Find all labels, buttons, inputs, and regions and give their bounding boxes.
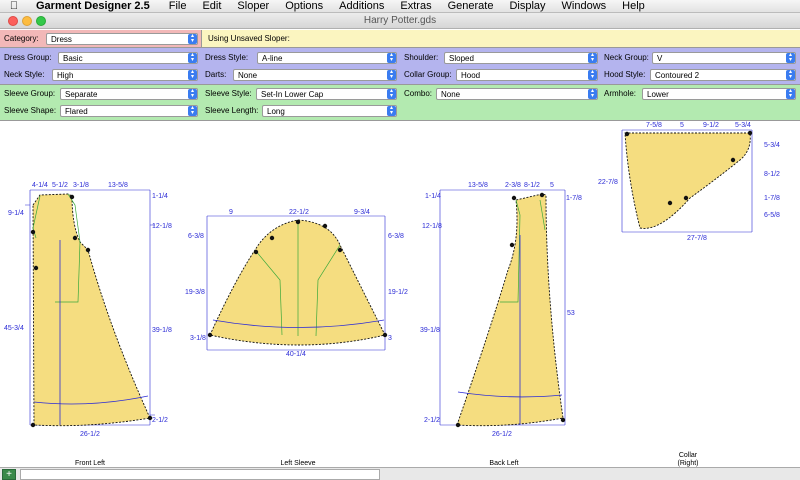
collar-dim-bottom: 27-7/8	[687, 235, 707, 242]
bottom-bar: +	[0, 467, 800, 480]
sleeve-dim-r2: 19-1/2	[388, 289, 408, 296]
front-left-dim-bottom: 26-1/2	[80, 431, 100, 438]
sleeve-dim-l1: 6-3/8	[188, 233, 204, 240]
back-left-dim-r2: 53	[567, 310, 575, 317]
back-left-piece	[456, 193, 564, 427]
sleeve-dim-r1: 6-3/8	[388, 233, 404, 240]
back-left-dim-r1: 1-7/8	[566, 195, 582, 202]
front-left-dim-t3: 3-1/8	[73, 182, 89, 189]
collar-dim-t2: 5	[680, 122, 684, 129]
back-left-dim-l4: 2-1/2	[424, 417, 440, 424]
collar-dim-r1: 5-3/4	[764, 142, 780, 149]
sleeve-dim-bottom: 40-1/4	[286, 351, 306, 358]
back-left-dim-l3: 39-1/8	[420, 327, 440, 334]
sleeve-dim-t3: 9-3/4	[354, 209, 370, 216]
sleeve-dim-l3: 3-1/8	[190, 335, 206, 342]
back-left-label: Back Left	[489, 460, 519, 467]
collar-dim-t4: 5-3/4	[735, 122, 751, 129]
front-left-label: Front Left	[75, 460, 105, 467]
collar-label: Collar	[678, 452, 698, 459]
sleeve-dim-r3: 3	[388, 335, 392, 342]
front-left-dim-r3: 39-1/8	[152, 327, 172, 334]
add-button[interactable]: +	[2, 469, 16, 480]
collar-dim-t1: 7-5/8	[646, 122, 662, 129]
front-left-dim-r4: 2-1/2	[152, 417, 168, 424]
front-left-dim-l1: 9-1/4	[8, 210, 24, 217]
sleeve-dim-t1: 9	[229, 209, 233, 216]
front-left-dim-r2: 12-1/8	[152, 223, 172, 230]
left-sleeve-label: Left Sleeve	[280, 460, 316, 467]
front-left-dim-l2: 45-3/4	[4, 325, 24, 332]
collar-dim-r2: 8-1/2	[764, 171, 780, 178]
left-sleeve-piece	[209, 219, 386, 346]
collar-side-label: (Right)	[677, 460, 699, 467]
back-left-dim-bottom: 26-1/2	[492, 431, 512, 438]
back-left-dim-t4: 5	[550, 182, 554, 189]
collar-dim-t3: 9-1/2	[703, 122, 719, 129]
back-left-dim-t3: 8-1/2	[524, 182, 540, 189]
collar-piece	[624, 132, 751, 229]
sleeve-dim-l2: 19-3/8	[185, 289, 205, 296]
collar-dim-r4: 6-5/8	[764, 212, 780, 219]
front-left-piece	[32, 193, 151, 427]
sleeve-dim-t2: 22-1/2	[289, 209, 309, 216]
collar-dim-l1: 22-7/8	[598, 179, 618, 186]
pattern-canvas[interactable]: 4-1/4 5-1/2 3-1/8 13-5/8 9-1/4 1-1/4 12-…	[0, 0, 800, 467]
collar-dim-r3: 1-7/8	[764, 195, 780, 202]
front-left-dim-t1: 4-1/4	[32, 182, 48, 189]
back-left-dim-l2: 12-1/8	[422, 223, 442, 230]
back-left-dim-l1: 1-1/4	[425, 193, 441, 200]
front-left-dim-t4: 13-5/8	[108, 182, 128, 189]
back-left-dim-t2: 2-3/8	[505, 182, 521, 189]
pattern-pieces	[32, 132, 751, 427]
front-left-dim-r1: 1-1/4	[152, 193, 168, 200]
back-left-dim-t1: 13-5/8	[468, 182, 488, 189]
front-left-dim-t2: 5-1/2	[52, 182, 68, 189]
status-field[interactable]	[20, 469, 380, 480]
